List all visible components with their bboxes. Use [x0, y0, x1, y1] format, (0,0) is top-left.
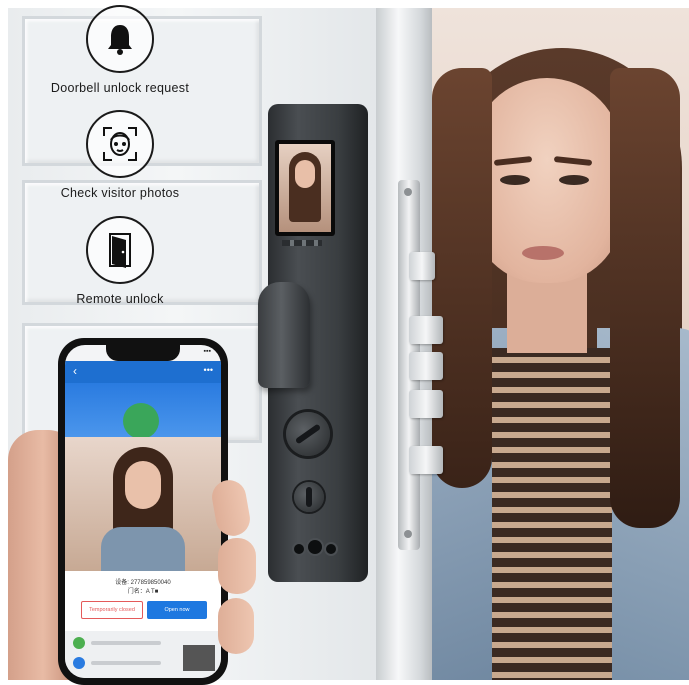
face-scan-icon: [86, 110, 154, 178]
camera-icon: [308, 540, 322, 554]
back-icon[interactable]: ‹: [73, 364, 77, 378]
product-image: Doorbell unlock request Check visitor ph…: [0, 0, 689, 685]
unlock-request-dialog: 设备: 277859850040 门名：A T■ Temporarily clo…: [65, 571, 221, 631]
neck: [507, 273, 587, 353]
visitor-name: 门名：A T■: [127, 589, 159, 595]
lock-status-icon: [123, 403, 159, 439]
thumb-turn: [294, 482, 324, 512]
phone-screen: ▪▪▪ ‹ ••• 设备: 277859850040 门名：A T■ Tempo…: [65, 345, 221, 678]
finger: [218, 598, 254, 654]
door-icon: [86, 216, 154, 284]
signal-icon: ▪▪▪: [203, 348, 211, 355]
app-record-list: [65, 631, 221, 678]
feature-visitor-photos: Check visitor photos: [30, 110, 210, 200]
lock-indicator-keys: [282, 240, 322, 246]
hair: [610, 68, 680, 528]
screw: [404, 188, 412, 196]
eye: [500, 175, 530, 185]
visitor-photo: [65, 437, 221, 571]
feature-label: Check visitor photos: [60, 186, 180, 200]
app-banner: [65, 383, 221, 439]
finger: [218, 538, 256, 594]
sensor-icon: [326, 544, 336, 554]
eye: [559, 175, 589, 185]
phone-notch: [106, 345, 180, 361]
lips: [522, 246, 564, 260]
record-thumbnail[interactable]: [183, 645, 215, 671]
feature-label: Doorbell unlock request: [50, 81, 190, 95]
dead-bolt: [409, 390, 443, 418]
hair: [432, 68, 492, 488]
bell-icon: [86, 5, 154, 73]
lock-handle: [258, 282, 310, 388]
dead-bolt: [409, 352, 443, 380]
screw: [404, 530, 412, 538]
app-header: ‹ •••: [65, 361, 221, 383]
deny-button[interactable]: Temporarily closed: [81, 601, 143, 619]
feature-label: Remote unlock: [76, 292, 164, 306]
open-now-button[interactable]: Open now: [147, 601, 207, 619]
striped-shirt: [492, 348, 612, 680]
key-cylinder: [286, 412, 330, 456]
lock-display-screen: [275, 140, 335, 236]
smartphone: ▪▪▪ ‹ ••• 设备: 277859850040 门名：A T■ Tempo…: [58, 338, 228, 685]
dead-bolt: [409, 316, 443, 344]
latch-bolt: [409, 252, 435, 280]
more-icon[interactable]: •••: [204, 365, 213, 375]
sensor-icon: [294, 544, 304, 554]
device-id: 设备: 277859850040: [115, 580, 171, 586]
dead-bolt: [409, 446, 443, 474]
feature-doorbell: Doorbell unlock request: [30, 5, 210, 95]
feature-remote-unlock: Remote unlock: [30, 216, 210, 306]
woman-portrait: [432, 8, 689, 680]
